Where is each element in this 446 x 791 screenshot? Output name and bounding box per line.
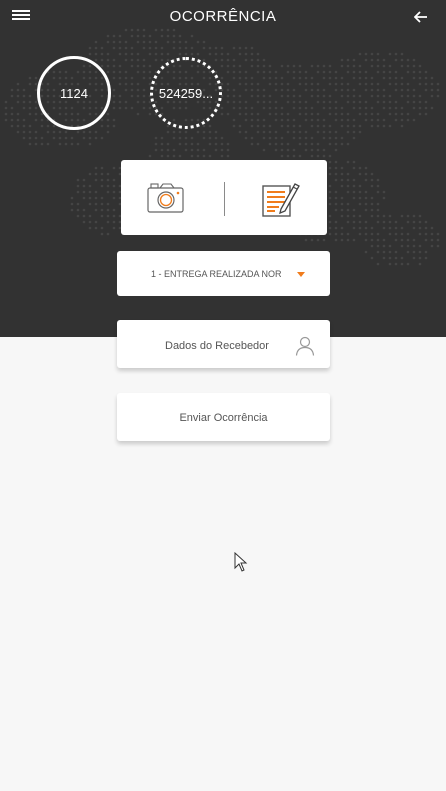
- send-occurrence-button[interactable]: Enviar Ocorrência: [117, 393, 330, 441]
- media-card: [121, 160, 327, 235]
- receiver-data-button[interactable]: Dados do Recebedor: [117, 320, 330, 368]
- camera-button[interactable]: [147, 182, 185, 214]
- stat-circle-first: 1124: [37, 56, 111, 130]
- receiver-data-label: Dados do Recebedor: [165, 340, 269, 352]
- camera-icon: [147, 183, 184, 213]
- top-bar: OCORRÊNCIA: [0, 0, 446, 36]
- arrow-left-icon: [413, 11, 427, 23]
- media-divider: [224, 182, 225, 216]
- stat-second-value: 524259...: [158, 85, 214, 101]
- user-icon: [295, 336, 315, 356]
- page-title: OCORRÊNCIA: [169, 8, 277, 25]
- mouse-cursor-icon: [234, 552, 248, 572]
- stat-circle-second: 524259...: [150, 57, 222, 129]
- chevron-down-icon: [297, 272, 305, 277]
- stat-first-value: 1124: [60, 85, 88, 101]
- back-button[interactable]: [413, 10, 434, 28]
- occurrence-select-value: 1 - ENTREGA REALIZADA NOR: [151, 269, 281, 279]
- occurrence-select[interactable]: 1 - ENTREGA REALIZADA NOR: [117, 251, 330, 296]
- notepad-edit-icon: [262, 183, 300, 217]
- send-occurrence-label: Enviar Ocorrência: [179, 412, 268, 424]
- note-button[interactable]: [261, 180, 301, 218]
